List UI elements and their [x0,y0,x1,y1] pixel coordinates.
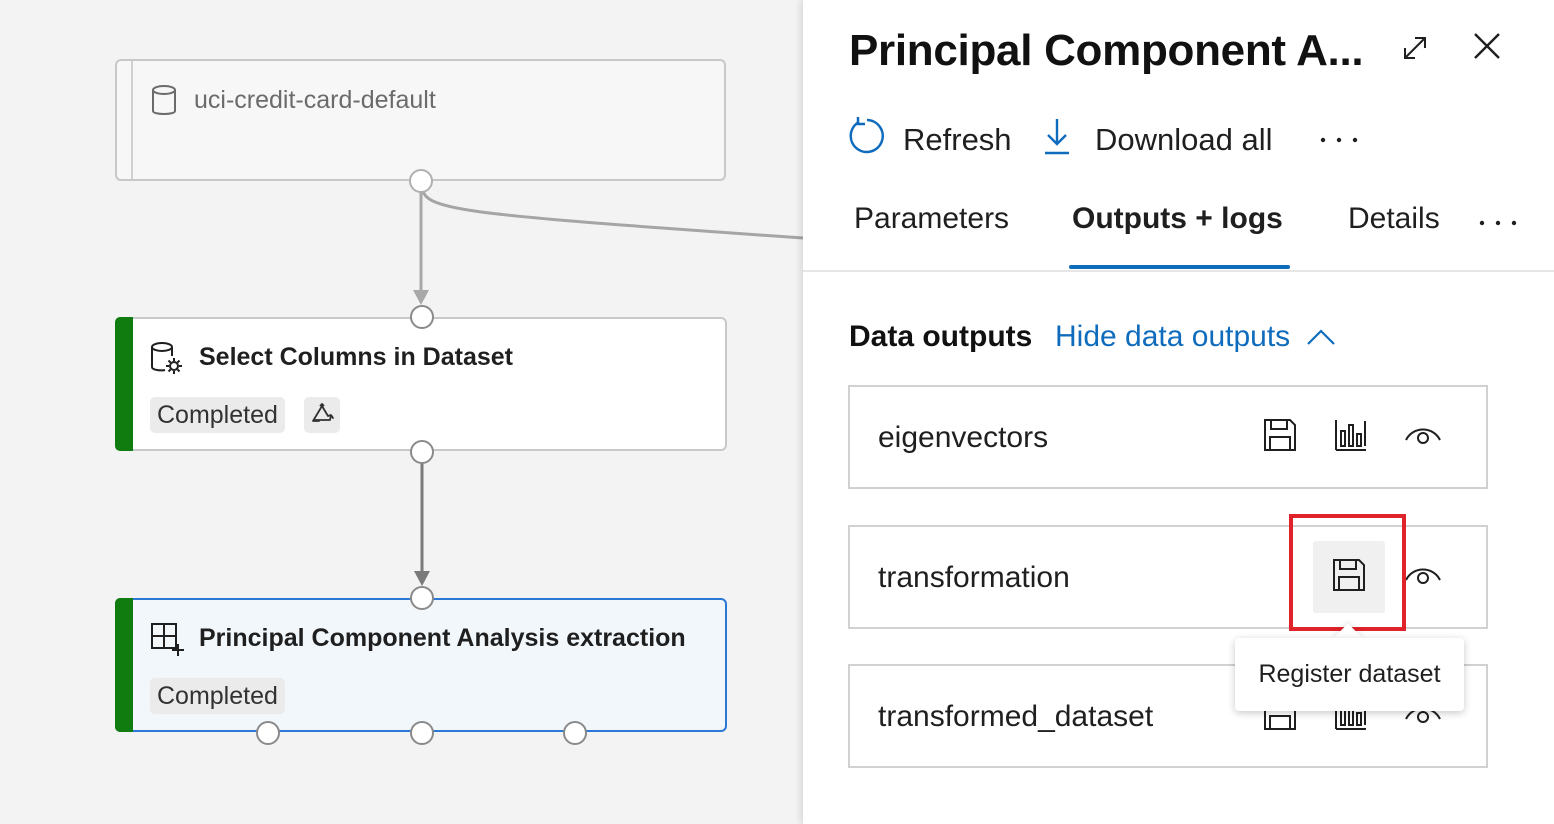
refresh-button[interactable]: Refresh [847,116,1012,164]
more-tabs-button[interactable] [1476,208,1520,238]
tooltip: Register dataset [1235,638,1464,711]
input-port[interactable] [410,586,434,610]
output-port[interactable] [410,440,434,464]
node-title: Select Columns in Dataset [199,343,513,371]
output-port[interactable] [256,721,280,745]
output-port[interactable] [409,169,433,193]
section-title: Data outputs [849,320,1033,353]
dataset-icon [149,84,179,123]
output-port[interactable] [563,721,587,745]
output-name: transformed_dataset [878,700,1154,733]
tab-details[interactable]: Details [1348,202,1440,236]
node-dataset[interactable]: uci-credit-card-default [115,59,726,181]
active-tab-indicator [1069,265,1290,269]
expand-icon [1401,34,1429,67]
reuse-icon [304,397,340,433]
download-icon [1043,116,1071,164]
dataset-settings-icon [149,341,183,380]
status-bar [115,598,133,732]
edge-arrowhead [414,571,430,586]
chevron-up-icon [1290,320,1336,354]
save-icon [1262,417,1298,458]
status-badge: Completed [150,397,285,433]
node-left-border [131,61,133,179]
explore-chart-button[interactable] [1315,401,1387,473]
output-card: eigenvectors [848,385,1488,489]
output-name: eigenvectors [878,421,1049,454]
close-button[interactable] [1469,30,1505,66]
download-all-label: Download all [1095,122,1273,157]
status-bar [115,317,133,451]
more-actions-button[interactable] [1317,124,1361,156]
edge-to-offscreen [420,181,803,240]
node-title: uci-credit-card-default [194,86,436,114]
close-icon [1472,31,1502,66]
node-select-columns[interactable]: Select Columns in Dataset Completed [115,317,727,451]
tabs-divider [803,270,1554,272]
expand-button[interactable] [1397,32,1433,68]
edge-arrowhead [413,290,429,305]
eye-icon [1403,562,1443,593]
status-badge: Completed [150,678,285,714]
input-port[interactable] [410,305,434,329]
hide-data-outputs-link[interactable]: Hide data outputs [1055,320,1336,354]
details-panel: Principal Component A... Refresh Downloa… [803,0,1554,824]
pipeline-canvas[interactable]: uci-credit-card-default Select Columns i… [0,0,803,824]
grid-add-icon [150,622,184,661]
tab-outputs-logs[interactable]: Outputs + logs [1072,202,1283,236]
tooltip-text: Register dataset [1258,660,1441,688]
node-title: Principal Component Analysis extraction [199,624,686,652]
more-icon [1319,131,1359,149]
more-icon [1478,214,1518,232]
refresh-label: Refresh [903,122,1012,157]
download-all-button[interactable]: Download all [1043,118,1273,162]
output-port[interactable] [410,721,434,745]
chart-icon [1333,417,1369,458]
highlight-box [1289,514,1406,631]
node-pca-extraction[interactable]: Principal Component Analysis extraction … [115,598,727,732]
refresh-icon [847,116,887,164]
preview-button[interactable] [1387,401,1459,473]
panel-title: Principal Component A... [849,26,1364,75]
hide-data-outputs-label: Hide data outputs [1055,320,1291,353]
register-dataset-button[interactable] [1244,401,1316,473]
tab-parameters[interactable]: Parameters [854,202,1009,236]
output-name: transformation [878,561,1070,594]
eye-icon [1403,422,1443,453]
